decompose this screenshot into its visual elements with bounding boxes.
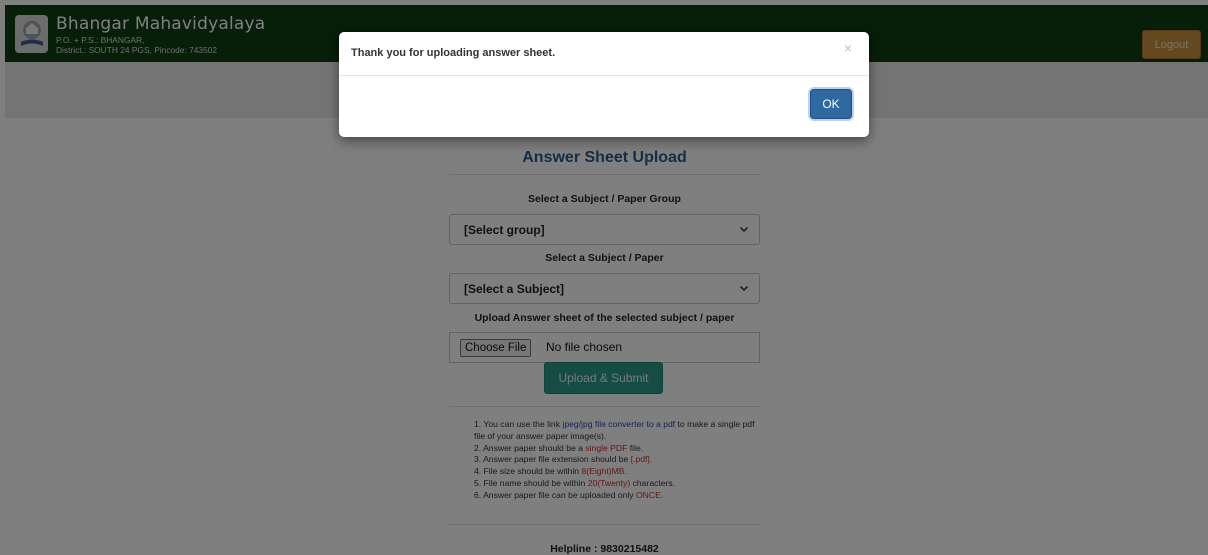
dialog-message: Thank you for uploading answer sheet. <box>351 47 556 59</box>
upload-success-dialog: Thank you for uploading answer sheet. × … <box>339 32 869 137</box>
close-icon[interactable]: × <box>844 40 852 56</box>
page: Bhangar Mahavidyalaya P.O. + P.S.: BHANG… <box>0 0 1208 555</box>
dialog-divider <box>339 75 869 76</box>
ok-button[interactable]: OK <box>810 89 852 119</box>
